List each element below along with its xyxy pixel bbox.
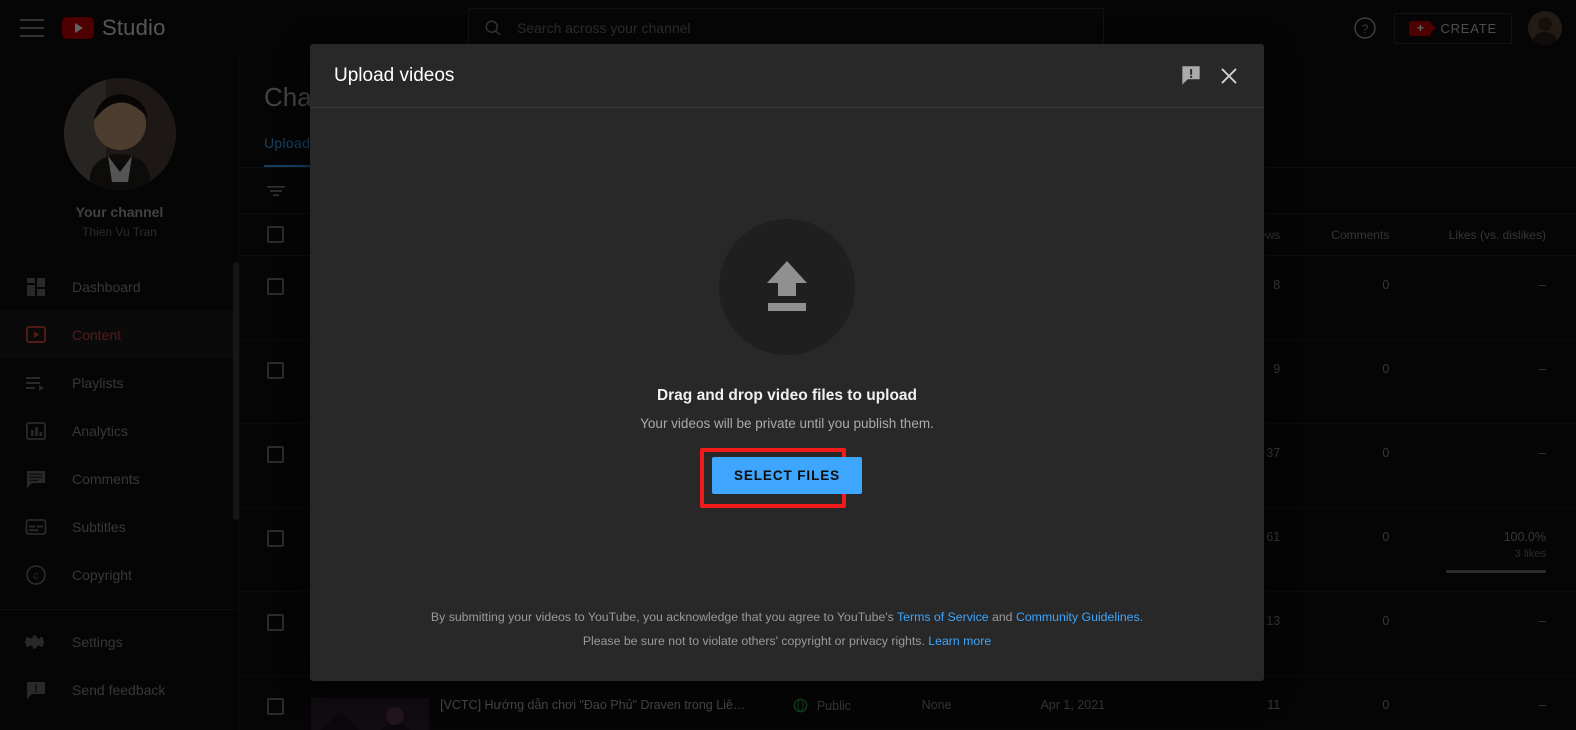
footer-text-c: . (1139, 610, 1144, 624)
community-guidelines-link[interactable]: Community Guidelines (1016, 610, 1140, 624)
footer-text-d: Please be sure not to violate others' co… (582, 634, 929, 648)
dialog-title: Upload videos (334, 64, 455, 86)
dialog-header: Upload videos (310, 44, 1264, 108)
footer-line-1: By submitting your videos to YouTube, yo… (310, 605, 1264, 629)
learn-more-link[interactable]: Learn more (928, 634, 991, 648)
drop-subtitle: Your videos will be private until you pu… (640, 416, 934, 431)
youtube-studio-window: Studio Search across your channel ? + CR… (0, 0, 1576, 730)
select-files-zone: SELECT FILES (699, 448, 863, 508)
upload-arrow-icon (767, 261, 807, 311)
footer-text-a: By submitting your videos to YouTube, yo… (430, 610, 897, 624)
footer-line-2: Please be sure not to violate others' co… (310, 629, 1264, 653)
drop-title: Drag and drop video files to upload (656, 387, 918, 404)
footer-text-b: and (988, 610, 1016, 624)
upload-videos-dialog: Upload videos Drag and drop video files … (310, 44, 1264, 681)
dialog-footer: By submitting your videos to YouTube, yo… (310, 605, 1264, 681)
terms-of-service-link[interactable]: Terms of Service (897, 610, 989, 624)
dialog-body[interactable]: Drag and drop video files to upload Your… (310, 108, 1264, 605)
feedback-icon[interactable] (1178, 63, 1204, 89)
upload-icon-circle (719, 219, 855, 355)
close-icon[interactable] (1216, 63, 1242, 89)
select-files-button[interactable]: SELECT FILES (711, 457, 863, 494)
